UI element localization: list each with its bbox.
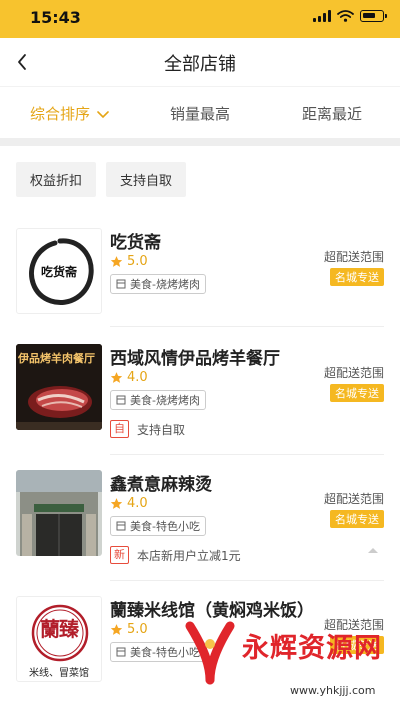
shop-photo — [16, 470, 102, 556]
promo-text: 支持自取 — [137, 422, 186, 437]
store-icon — [116, 521, 126, 531]
rating-value: 5.0 — [127, 254, 148, 269]
status-time: 15:43 — [30, 8, 81, 27]
wifi-icon — [337, 10, 354, 22]
watermark-logo-icon — [185, 621, 235, 685]
shop-card[interactable]: 吃货斋 吃货斋 5.0 美食-烧烤烤肉 超配送范围 名城专送 — [16, 228, 384, 348]
delivery-badge: 名城专送 — [330, 384, 384, 402]
signal-icon — [313, 10, 331, 22]
shop-rating: 4.0 — [110, 496, 148, 511]
shop-photo: 伊品烤羊肉餐厅 — [16, 344, 102, 430]
rating-value: 4.0 — [127, 496, 148, 511]
rating-value: 5.0 — [127, 622, 148, 637]
category-label: 美食-烧烤烤肉 — [130, 394, 200, 407]
store-icon — [116, 279, 126, 289]
tab-label: 综合排序 — [30, 105, 91, 123]
category-tag: 美食-特色小吃 — [110, 516, 206, 536]
watermark: 永辉资源网 www.yhkjjj.com — [180, 618, 400, 710]
promo-tag: 自 — [110, 420, 129, 438]
nav-bar: 全部店铺 — [0, 38, 400, 86]
promo-row: 新 本店新用户立减1元 — [110, 546, 241, 564]
status-bar: 15:43 — [0, 0, 400, 38]
star-icon — [110, 256, 123, 267]
shop-name: 西域风情伊品烤羊餐厅 — [110, 349, 280, 369]
expand-caret-icon[interactable] — [368, 548, 378, 553]
shop-name: 鑫煮意麻辣烫 — [110, 475, 212, 495]
storefront-image — [16, 470, 102, 556]
sort-bar: 综合排序 销量最高 距离最近 — [0, 86, 400, 138]
shop-card[interactable]: 伊品烤羊肉餐厅 西域风情伊品烤羊餐厅 4.0 美食-烧烤烤肉 超配送范围 名城专… — [16, 344, 384, 464]
delivery-range: 超配送范围 — [323, 492, 384, 506]
filter-row: 权益折扣 支持自取 — [16, 162, 187, 197]
status-icons — [313, 10, 387, 22]
page-title: 全部店铺 — [164, 54, 236, 75]
filter-discount[interactable]: 权益折扣 — [16, 162, 97, 197]
logo-subtext: 米线、冒菜馆 — [29, 668, 89, 679]
star-icon — [110, 624, 123, 635]
shop-name: 吃货斋 — [110, 233, 161, 253]
section-divider — [0, 138, 400, 146]
tab-nearest[interactable]: 距离最近 — [302, 103, 362, 124]
promo-row: 自 支持自取 — [110, 420, 185, 438]
shop-logo: 吃货斋 — [16, 228, 102, 314]
store-icon — [116, 647, 126, 657]
logo-text: 蘭臻 — [40, 617, 79, 641]
category-tag: 美食-烧烤烤肉 — [110, 274, 206, 294]
battery-icon — [360, 10, 387, 22]
watermark-text: 永辉资源网 — [242, 633, 382, 664]
filter-self-pickup[interactable]: 支持自取 — [106, 162, 187, 197]
shop-rating: 4.0 — [110, 370, 148, 385]
delivery-range: 超配送范围 — [323, 250, 384, 264]
watermark-url: www.yhkjjj.com — [290, 684, 376, 697]
category-label: 美食-烧烤烤肉 — [130, 278, 200, 291]
category-tag: 美食-烧烤烤肉 — [110, 390, 206, 410]
store-icon — [116, 395, 126, 405]
tab-comprehensive-sort[interactable]: 综合排序 — [30, 103, 109, 124]
logo-text: 伊品烤羊肉餐厅 — [18, 352, 95, 365]
divider — [110, 580, 384, 581]
divider — [110, 326, 384, 327]
promo-tag: 新 — [110, 546, 129, 564]
delivery-badge: 名城专送 — [330, 510, 384, 528]
promo-text: 本店新用户立减1元 — [137, 548, 241, 563]
divider — [110, 454, 384, 455]
chevron-down-icon — [96, 111, 109, 119]
delivery-range: 超配送范围 — [323, 366, 384, 380]
rating-value: 4.0 — [127, 370, 148, 385]
shop-rating: 5.0 — [110, 254, 148, 269]
tab-top-sales[interactable]: 销量最高 — [170, 103, 230, 124]
star-icon — [110, 498, 123, 509]
star-icon — [110, 372, 123, 383]
shop-card[interactable]: 鑫煮意麻辣烫 4.0 美食-特色小吃 超配送范围 名城专送 新 本店新用户立减1… — [16, 470, 384, 590]
shop-rating: 5.0 — [110, 622, 148, 637]
delivery-badge: 名城专送 — [330, 268, 384, 286]
shop-logo: 蘭臻 米线、冒菜馆 — [16, 596, 102, 682]
category-label: 美食-特色小吃 — [130, 520, 200, 533]
logo-text: 吃货斋 — [40, 265, 77, 279]
